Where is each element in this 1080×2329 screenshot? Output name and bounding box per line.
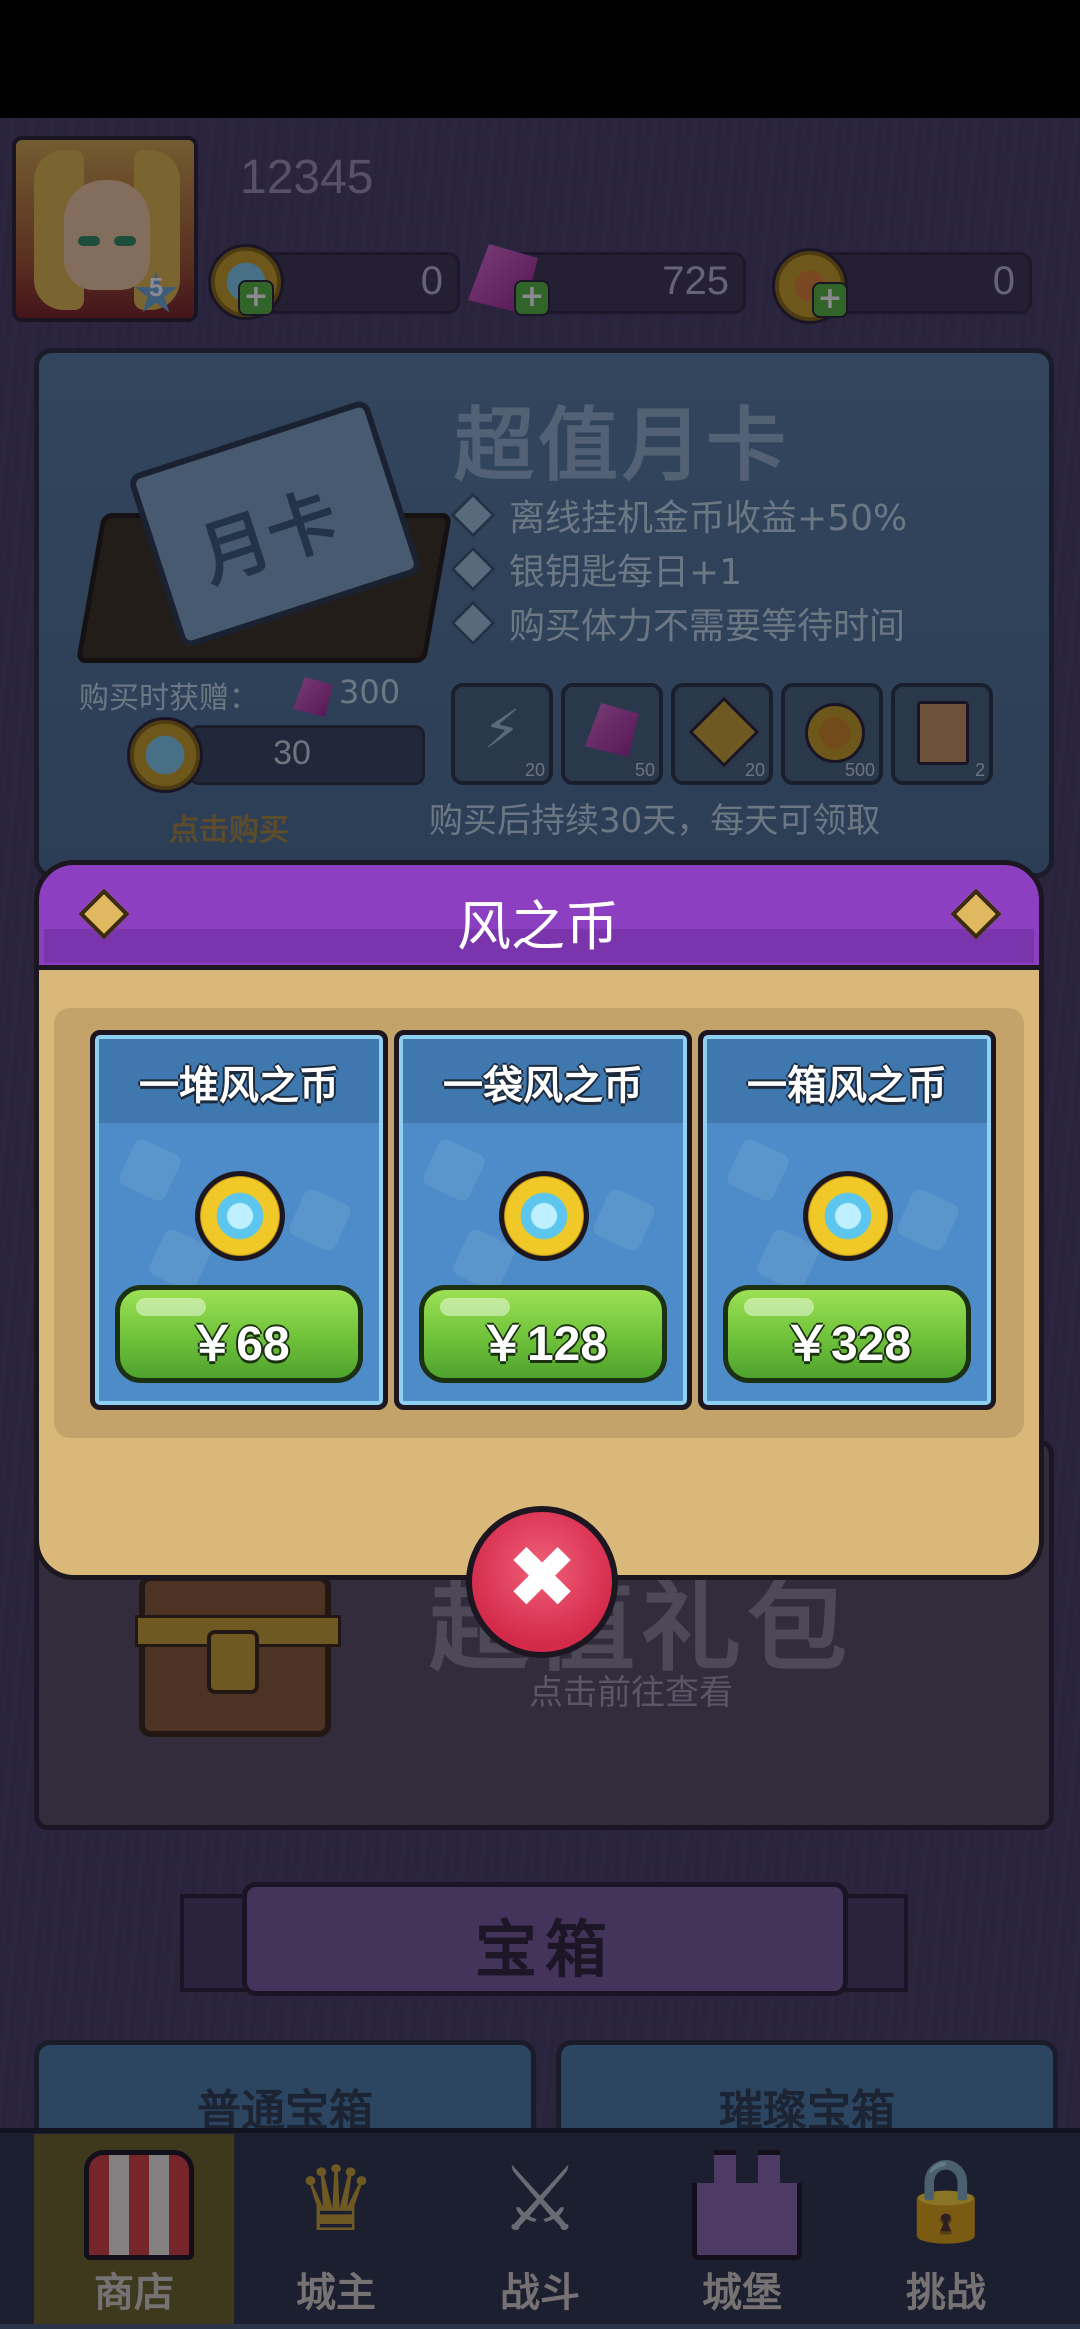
price-label: ￥328 — [782, 1318, 912, 1371]
wind-coin-icon — [803, 1171, 893, 1261]
wind-coin-shop-modal: 风之币 一堆风之币 ￥68 一袋风之币 ￥128 一箱风之币 ￥328 ✖ — [34, 860, 1044, 1658]
buy-box-button[interactable]: ￥328 — [723, 1285, 971, 1383]
offer-name: 一堆风之币 — [139, 1063, 339, 1109]
offer-name: 一袋风之币 — [443, 1063, 643, 1109]
offer-name: 一箱风之币 — [747, 1063, 947, 1109]
buy-pile-button[interactable]: ￥68 — [115, 1285, 363, 1383]
wind-coin-icon — [499, 1171, 589, 1261]
status-bar — [0, 0, 1080, 118]
offer-card-pile: 一堆风之币 ￥68 — [90, 1030, 388, 1410]
close-button[interactable]: ✖ — [466, 1506, 618, 1658]
buy-bag-button[interactable]: ￥128 — [419, 1285, 667, 1383]
bg-tile — [116, 1136, 184, 1204]
bg-tile — [420, 1136, 488, 1204]
modal-title: 风之币 — [457, 895, 619, 958]
bg-tile — [894, 1186, 962, 1254]
offer-card-bag: 一袋风之币 ￥128 — [394, 1030, 692, 1410]
bg-tile — [590, 1186, 658, 1254]
price-label: ￥128 — [478, 1318, 608, 1371]
bg-tile — [724, 1136, 792, 1204]
offer-card-box: 一箱风之币 ￥328 — [698, 1030, 996, 1410]
close-icon: ✖ — [505, 1528, 579, 1628]
price-label: ￥68 — [188, 1318, 290, 1371]
wind-coin-icon — [195, 1171, 285, 1261]
bg-tile — [286, 1186, 354, 1254]
